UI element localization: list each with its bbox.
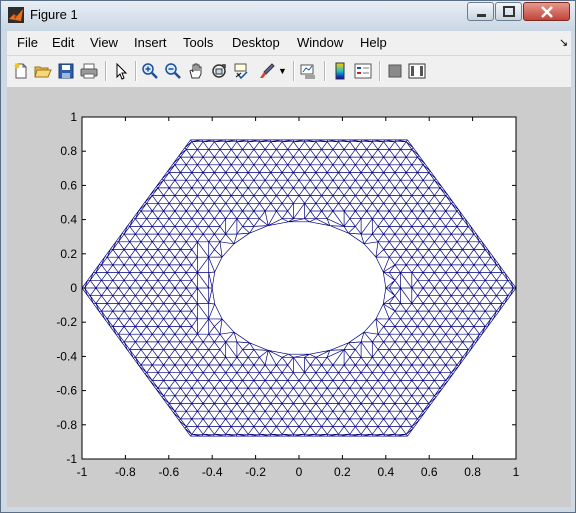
zoom-out-icon[interactable]	[164, 62, 182, 80]
y-tick-label: -1	[66, 452, 77, 466]
menu-view[interactable]: View	[90, 35, 118, 50]
data-cursor-icon[interactable]	[233, 62, 251, 80]
minimize-button[interactable]	[467, 2, 494, 21]
link-plot-icon[interactable]	[299, 62, 317, 80]
menu-tools[interactable]: Tools	[183, 35, 213, 50]
x-tick-label: -0.6	[158, 465, 179, 479]
x-tick-label: 0.8	[464, 465, 481, 479]
y-tick-label: 1	[70, 110, 77, 124]
window-title: Figure 1	[30, 7, 78, 22]
x-tick-label: 0	[296, 465, 303, 479]
save-icon[interactable]	[57, 62, 75, 80]
y-tick-label: -0.4	[56, 349, 77, 363]
show-plot-tools-icon[interactable]	[408, 62, 426, 80]
x-tick-label: -0.2	[245, 465, 266, 479]
axes[interactable]: -1 -0.8 -0.6 -0.4 -0.2 0 0.2 0.4 0.6 0.8 1 1 0.8 0.6 0…	[7, 87, 571, 507]
menu-insert[interactable]: Insert	[134, 35, 167, 50]
print-icon[interactable]	[80, 62, 98, 80]
legend-icon[interactable]	[354, 62, 372, 80]
toolbar-separator	[105, 61, 107, 81]
x-tick-label: -0.4	[202, 465, 223, 479]
menu-desktop[interactable]: Desktop	[232, 35, 280, 50]
y-tick-label: -0.2	[56, 315, 77, 329]
menu-overflow-arrow-icon[interactable]: ↘	[559, 36, 568, 49]
toolbar-separator	[379, 61, 381, 81]
menu-edit[interactable]: Edit	[52, 35, 74, 50]
menu-bar: File Edit View Insert Tools Desktop Wind…	[7, 31, 571, 55]
y-tick-label: -0.8	[56, 418, 77, 432]
maximize-icon	[503, 6, 515, 17]
menu-help[interactable]: Help	[360, 35, 387, 50]
toolbar-separator	[324, 61, 326, 81]
x-tick-label: -1	[77, 465, 88, 479]
zoom-in-icon[interactable]	[141, 62, 159, 80]
y-tick-label: 0.8	[60, 144, 77, 158]
figure-window: Figure 1 File Edit View Insert Tools Des…	[0, 0, 576, 513]
pointer-icon[interactable]	[112, 62, 130, 80]
x-tick-label: 0.6	[421, 465, 438, 479]
close-button[interactable]	[523, 2, 570, 21]
y-tick-label: 0.6	[60, 178, 77, 192]
toolbar-separator	[135, 61, 137, 81]
colorbar-icon[interactable]	[331, 62, 349, 80]
y-tick-label: 0	[70, 281, 77, 295]
x-tick-label: -0.8	[115, 465, 136, 479]
close-icon	[541, 6, 553, 18]
y-tick-label: 0.4	[60, 213, 77, 227]
menu-window[interactable]: Window	[297, 35, 343, 50]
y-tick-label: -0.6	[56, 384, 77, 398]
hide-plot-tools-icon[interactable]	[386, 62, 404, 80]
toolbar-separator	[293, 61, 295, 81]
new-figure-icon[interactable]	[12, 62, 30, 80]
figure-canvas: -1 -0.8 -0.6 -0.4 -0.2 0 0.2 0.4 0.6 0.8 1 1 0.8 0.6 0…	[7, 87, 571, 507]
open-file-icon[interactable]	[34, 62, 52, 80]
x-tick-label: 0.4	[377, 465, 394, 479]
minimize-icon	[477, 14, 486, 17]
matlab-logo-icon	[8, 7, 24, 23]
title-bar[interactable]: Figure 1	[1, 1, 575, 31]
brush-icon[interactable]	[258, 62, 276, 80]
rotate-3d-icon[interactable]	[210, 62, 228, 80]
y-tick-label: 0.2	[60, 247, 77, 261]
maximize-button[interactable]	[495, 2, 522, 21]
menu-file[interactable]: File	[17, 35, 38, 50]
pan-hand-icon[interactable]	[187, 62, 205, 80]
x-tick-label: 0.2	[334, 465, 351, 479]
figure-toolbar: ▼	[7, 55, 571, 87]
x-tick-label: 1	[513, 465, 520, 479]
